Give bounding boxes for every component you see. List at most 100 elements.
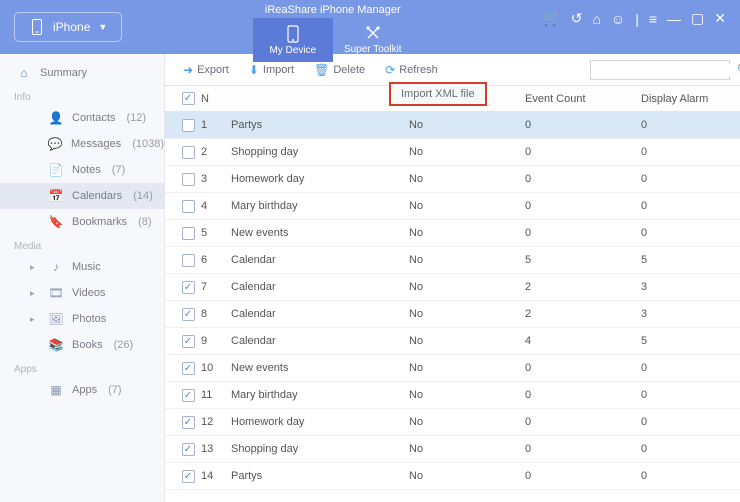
search-box[interactable]: 🔍: [590, 60, 730, 80]
cell-number: 1: [201, 119, 231, 131]
import-button[interactable]: ⬇ Import: [241, 59, 302, 81]
sidebar-item-music[interactable]: ▸♪Music: [0, 254, 164, 280]
import-icon: ⬇: [249, 63, 259, 77]
row-checkbox[interactable]: [182, 362, 195, 375]
cell-number: 9: [201, 335, 231, 347]
cell-readonly: No: [409, 200, 525, 212]
refresh-label: Refresh: [399, 64, 438, 76]
row-checkbox[interactable]: [182, 443, 195, 456]
close-icon[interactable]: ✕: [714, 10, 726, 27]
sidebar-item-label: Videos: [72, 287, 105, 299]
row-checkbox[interactable]: [182, 470, 195, 483]
menu-icon[interactable]: ≡: [649, 11, 657, 27]
cart-icon[interactable]: 🛒: [543, 10, 560, 27]
import-label: Import: [263, 64, 294, 76]
sidebar-item-calendars[interactable]: 📅Calendars (14): [0, 183, 164, 209]
table-row[interactable]: 1PartysNo00: [165, 112, 740, 139]
table-row[interactable]: 3Homework dayNo00: [165, 166, 740, 193]
row-checkbox[interactable]: [182, 200, 195, 213]
sidebar-summary[interactable]: ⌂ Summary: [0, 60, 164, 86]
cell-eventcount: 0: [525, 389, 641, 401]
table-row[interactable]: 6CalendarNo55: [165, 247, 740, 274]
cell-name: Calendar: [231, 254, 409, 266]
table-row[interactable]: 8CalendarNo23: [165, 301, 740, 328]
cell-eventcount: 0: [525, 470, 641, 482]
table-row[interactable]: 9CalendarNo45: [165, 328, 740, 355]
sidebar-item-videos[interactable]: ▸🎞Videos: [0, 280, 164, 306]
table-row[interactable]: 4Mary birthdayNo00: [165, 193, 740, 220]
cell-eventcount: 0: [525, 227, 641, 239]
delete-button[interactable]: 🗑Delete: [306, 59, 373, 81]
expand-icon: ▸: [30, 314, 40, 325]
cell-eventcount: 0: [525, 443, 641, 455]
sidebar-label: Summary: [40, 67, 87, 79]
cell-name: Shopping day: [231, 443, 409, 455]
row-checkbox[interactable]: [182, 146, 195, 159]
sidebar-item-contacts[interactable]: 👤Contacts (12): [0, 105, 164, 131]
row-checkbox[interactable]: [182, 281, 195, 294]
row-checkbox[interactable]: [182, 254, 195, 267]
tab-label: Super Toolkit: [344, 44, 402, 55]
feedback-icon[interactable]: ☺: [611, 11, 625, 27]
cell-readonly: No: [409, 335, 525, 347]
sidebar-item-notes[interactable]: 📄Notes (7): [0, 157, 164, 183]
row-checkbox[interactable]: [182, 227, 195, 240]
table-row[interactable]: 14PartysNo00: [165, 463, 740, 490]
device-selector[interactable]: iPhone ▼: [14, 12, 122, 42]
cell-name: Homework day: [231, 173, 409, 185]
table-row[interactable]: 5New eventsNo00: [165, 220, 740, 247]
col-header-number[interactable]: N: [201, 93, 231, 105]
messages-icon: 💬: [48, 136, 63, 152]
cell-eventcount: 4: [525, 335, 641, 347]
sidebar-item-books[interactable]: 📚Books (26): [0, 332, 164, 358]
col-header-displayalarm[interactable]: Display Alarm: [641, 93, 740, 105]
trash-icon: 🗑: [314, 63, 329, 77]
sidebar-item-label: Photos: [72, 313, 106, 325]
music-icon: ♪: [48, 259, 64, 275]
cell-eventcount: 0: [525, 146, 641, 158]
row-checkbox[interactable]: [182, 389, 195, 402]
table-row[interactable]: 7CalendarNo23: [165, 274, 740, 301]
cell-number: 10: [201, 362, 231, 374]
sidebar-item-count: (26): [111, 339, 134, 351]
sidebar-item-bookmarks[interactable]: 🔖Bookmarks (8): [0, 209, 164, 235]
sidebar-item-photos[interactable]: ▸ 🖼 Photos: [0, 306, 164, 332]
search-input[interactable]: [595, 64, 737, 76]
select-all-checkbox[interactable]: [182, 92, 195, 105]
import-dropdown-item[interactable]: Import XML file: [389, 82, 487, 106]
row-checkbox[interactable]: [182, 308, 195, 321]
minimize-icon[interactable]: —: [667, 11, 681, 27]
sidebar-item-messages[interactable]: 💬Messages (1038): [0, 131, 164, 157]
grid-body: 1PartysNo002Shopping dayNo003Homework da…: [165, 112, 740, 502]
row-checkbox[interactable]: [182, 173, 195, 186]
cell-number: 13: [201, 443, 231, 455]
sidebar-item-apps[interactable]: ▦Apps (7): [0, 377, 164, 403]
maximize-icon[interactable]: ▢: [691, 10, 704, 27]
table-row[interactable]: 13Shopping dayNo00: [165, 436, 740, 463]
table-row[interactable]: 12Homework dayNo00: [165, 409, 740, 436]
row-checkbox[interactable]: [182, 416, 195, 429]
content: ➜Export ⬇ Import 🗑Delete ⟳Refresh 🔍 Impor…: [165, 54, 740, 502]
main: ⌂ Summary Info👤Contacts (12)💬Messages (1…: [0, 54, 740, 502]
calendars-icon: 📅: [48, 188, 64, 204]
col-header-eventcount[interactable]: Event Count: [525, 93, 641, 105]
refresh-button[interactable]: ⟳Refresh: [377, 59, 446, 81]
table-row[interactable]: 10New eventsNo00: [165, 355, 740, 382]
cell-displayalarm: 3: [641, 281, 740, 293]
cell-number: 5: [201, 227, 231, 239]
dropdown-icon: ▼: [98, 22, 107, 32]
home-icon[interactable]: ⌂: [592, 11, 600, 27]
photos-icon: 🖼: [48, 311, 64, 327]
sidebar: ⌂ Summary Info👤Contacts (12)💬Messages (1…: [0, 54, 165, 502]
sidebar-group-label: Media: [0, 235, 164, 254]
apps-icon: ▦: [48, 382, 64, 398]
export-button[interactable]: ➜Export: [175, 59, 237, 81]
row-checkbox[interactable]: [182, 335, 195, 348]
back-icon[interactable]: ↺: [571, 10, 583, 27]
cell-eventcount: 5: [525, 254, 641, 266]
device-icon: [287, 25, 299, 43]
cell-name: Calendar: [231, 308, 409, 320]
table-row[interactable]: 11Mary birthdayNo00: [165, 382, 740, 409]
table-row[interactable]: 2Shopping dayNo00: [165, 139, 740, 166]
row-checkbox[interactable]: [182, 119, 195, 132]
